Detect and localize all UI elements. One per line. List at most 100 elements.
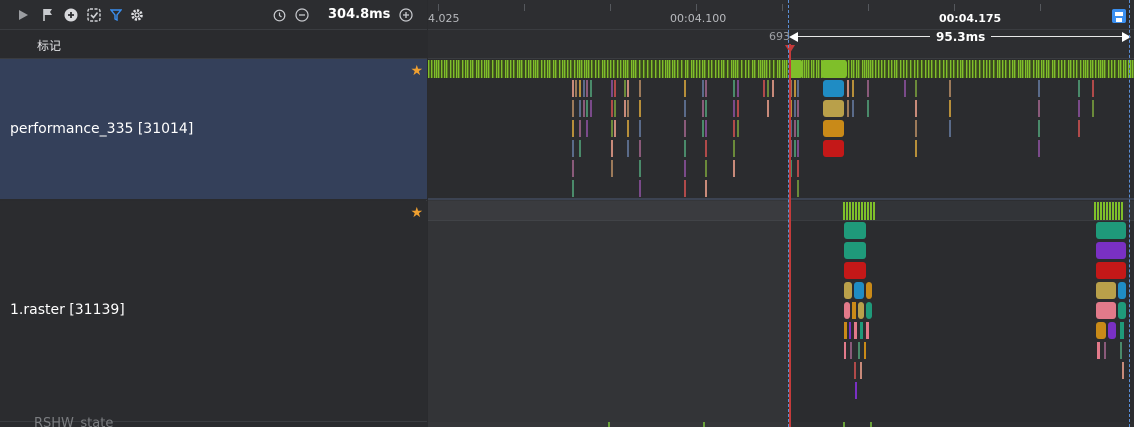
thread-state-slice[interactable] xyxy=(868,60,870,78)
raster-slice[interactable] xyxy=(850,342,852,359)
perf-slice[interactable] xyxy=(705,80,707,97)
thread-state-slice[interactable] xyxy=(975,60,977,78)
thread-state-slice[interactable] xyxy=(802,60,804,78)
raster-thread-slice[interactable] xyxy=(1103,202,1105,220)
thread-state-slice[interactable] xyxy=(856,60,858,78)
thread-state-slice[interactable] xyxy=(687,60,689,78)
thread-state-slice[interactable] xyxy=(481,60,483,78)
thread-state-slice[interactable] xyxy=(579,60,581,78)
thread-state-slice[interactable] xyxy=(467,60,469,78)
thread-state-slice[interactable] xyxy=(681,60,683,78)
perf-slices[interactable] xyxy=(428,80,1134,200)
thread-state-slice[interactable] xyxy=(979,60,981,78)
thread-state-slice[interactable] xyxy=(577,60,579,78)
thread-state-slice[interactable] xyxy=(891,60,893,78)
thread-state-slice[interactable] xyxy=(931,60,933,78)
thread-state-slice[interactable] xyxy=(884,60,886,78)
perf-slice[interactable] xyxy=(627,120,629,137)
raster-thread-slice[interactable] xyxy=(867,202,869,220)
thread-state-slice[interactable] xyxy=(999,60,1001,78)
thread-state-slice[interactable] xyxy=(674,60,676,78)
raster-thread-slice[interactable] xyxy=(846,202,848,220)
thread-state-slice[interactable] xyxy=(627,60,629,78)
perf-slice[interactable] xyxy=(949,100,951,117)
perf-slice-large[interactable] xyxy=(823,120,844,137)
thread-state-slice[interactable] xyxy=(754,60,756,78)
thread-state-slice[interactable] xyxy=(804,60,806,78)
thread-state-slice[interactable] xyxy=(811,60,813,78)
thread-state-slice[interactable] xyxy=(962,60,964,78)
raster-slice[interactable] xyxy=(844,302,850,319)
track-row-rshw[interactable]: RSHW_state xyxy=(0,416,427,427)
thread-state-slice[interactable] xyxy=(766,60,768,78)
thread-state-slice[interactable] xyxy=(784,60,786,78)
save-icon[interactable] xyxy=(1112,9,1126,23)
thread-state-slice[interactable] xyxy=(685,60,687,78)
thread-state-slice[interactable] xyxy=(549,60,551,78)
thread-state-slice[interactable] xyxy=(544,60,546,78)
perf-slice[interactable] xyxy=(586,120,588,137)
thread-state-slice[interactable] xyxy=(704,60,706,78)
thread-state-slice[interactable] xyxy=(1029,60,1031,78)
perf-slice[interactable] xyxy=(1092,100,1094,117)
thread-state-slice[interactable] xyxy=(570,60,572,78)
perf-slice[interactable] xyxy=(684,120,686,137)
thread-state-slice[interactable] xyxy=(1046,60,1048,78)
thread-state-slice[interactable] xyxy=(939,60,941,78)
raster-slice[interactable] xyxy=(844,282,852,299)
thread-state-slice[interactable] xyxy=(727,60,729,78)
perf-slice[interactable] xyxy=(684,100,686,117)
raster-thread-slice[interactable] xyxy=(870,202,872,220)
thread-state-slice[interactable] xyxy=(541,60,543,78)
raster-thread-slice[interactable] xyxy=(1100,202,1102,220)
raster-thread-slice[interactable] xyxy=(1106,202,1108,220)
thread-state-slice[interactable] xyxy=(960,60,962,78)
thread-state-slice[interactable] xyxy=(1064,60,1066,78)
thread-state-slice[interactable] xyxy=(917,60,919,78)
thread-state-slice[interactable] xyxy=(1061,60,1063,78)
raster-thread-slice[interactable] xyxy=(843,202,845,220)
thread-state-slice[interactable] xyxy=(547,60,549,78)
perf-slice[interactable] xyxy=(852,100,854,117)
thread-state-slice[interactable] xyxy=(672,60,674,78)
thread-state-slice[interactable] xyxy=(702,60,704,78)
thread-state-slice[interactable] xyxy=(598,60,600,78)
thread-state-slice[interactable] xyxy=(1036,60,1038,78)
thread-state-slice[interactable] xyxy=(764,60,766,78)
thread-state-slice[interactable] xyxy=(1125,60,1127,78)
thread-state-slice[interactable] xyxy=(1025,60,1027,78)
raster-slice[interactable] xyxy=(1096,222,1126,239)
thread-state-slice[interactable] xyxy=(1083,60,1085,78)
perf-slice[interactable] xyxy=(575,80,577,97)
thread-state-slice[interactable] xyxy=(808,60,810,78)
perf-slice[interactable] xyxy=(586,100,588,117)
perf-slice[interactable] xyxy=(705,100,707,117)
thread-state-slice[interactable] xyxy=(1012,60,1014,78)
track-row-raster[interactable]: ★ 1.raster [31139] xyxy=(0,201,427,422)
perf-slice[interactable] xyxy=(583,100,585,117)
thread-state-slice[interactable] xyxy=(1092,60,1094,78)
raster-slice[interactable] xyxy=(1096,282,1116,299)
thread-state-slice[interactable] xyxy=(465,60,467,78)
perf-slice[interactable] xyxy=(797,120,799,137)
thread-state-slice[interactable] xyxy=(708,60,710,78)
thread-state-slice[interactable] xyxy=(537,60,539,78)
thread-state-slice[interactable] xyxy=(762,60,764,78)
thread-state-slice[interactable] xyxy=(588,60,590,78)
thread-state-slice[interactable] xyxy=(517,60,519,78)
perf-slice[interactable] xyxy=(705,180,707,197)
thread-state-slice[interactable] xyxy=(1027,60,1029,78)
thread-state-slice[interactable] xyxy=(453,60,455,78)
thread-state-slice[interactable] xyxy=(602,60,604,78)
thread-state-slice[interactable] xyxy=(1120,60,1122,78)
thread-state-slice[interactable] xyxy=(1005,60,1007,78)
perf-slice[interactable] xyxy=(904,80,906,97)
thread-state-slice[interactable] xyxy=(519,60,521,78)
perf-slice[interactable] xyxy=(1038,80,1040,97)
thread-state-slice[interactable] xyxy=(983,60,985,78)
thread-state-slice[interactable] xyxy=(813,60,815,78)
perf-slice[interactable] xyxy=(627,80,629,97)
raster-thread-slice[interactable] xyxy=(861,202,863,220)
thread-state-slice[interactable] xyxy=(450,60,452,78)
perf-slice[interactable] xyxy=(624,80,626,97)
